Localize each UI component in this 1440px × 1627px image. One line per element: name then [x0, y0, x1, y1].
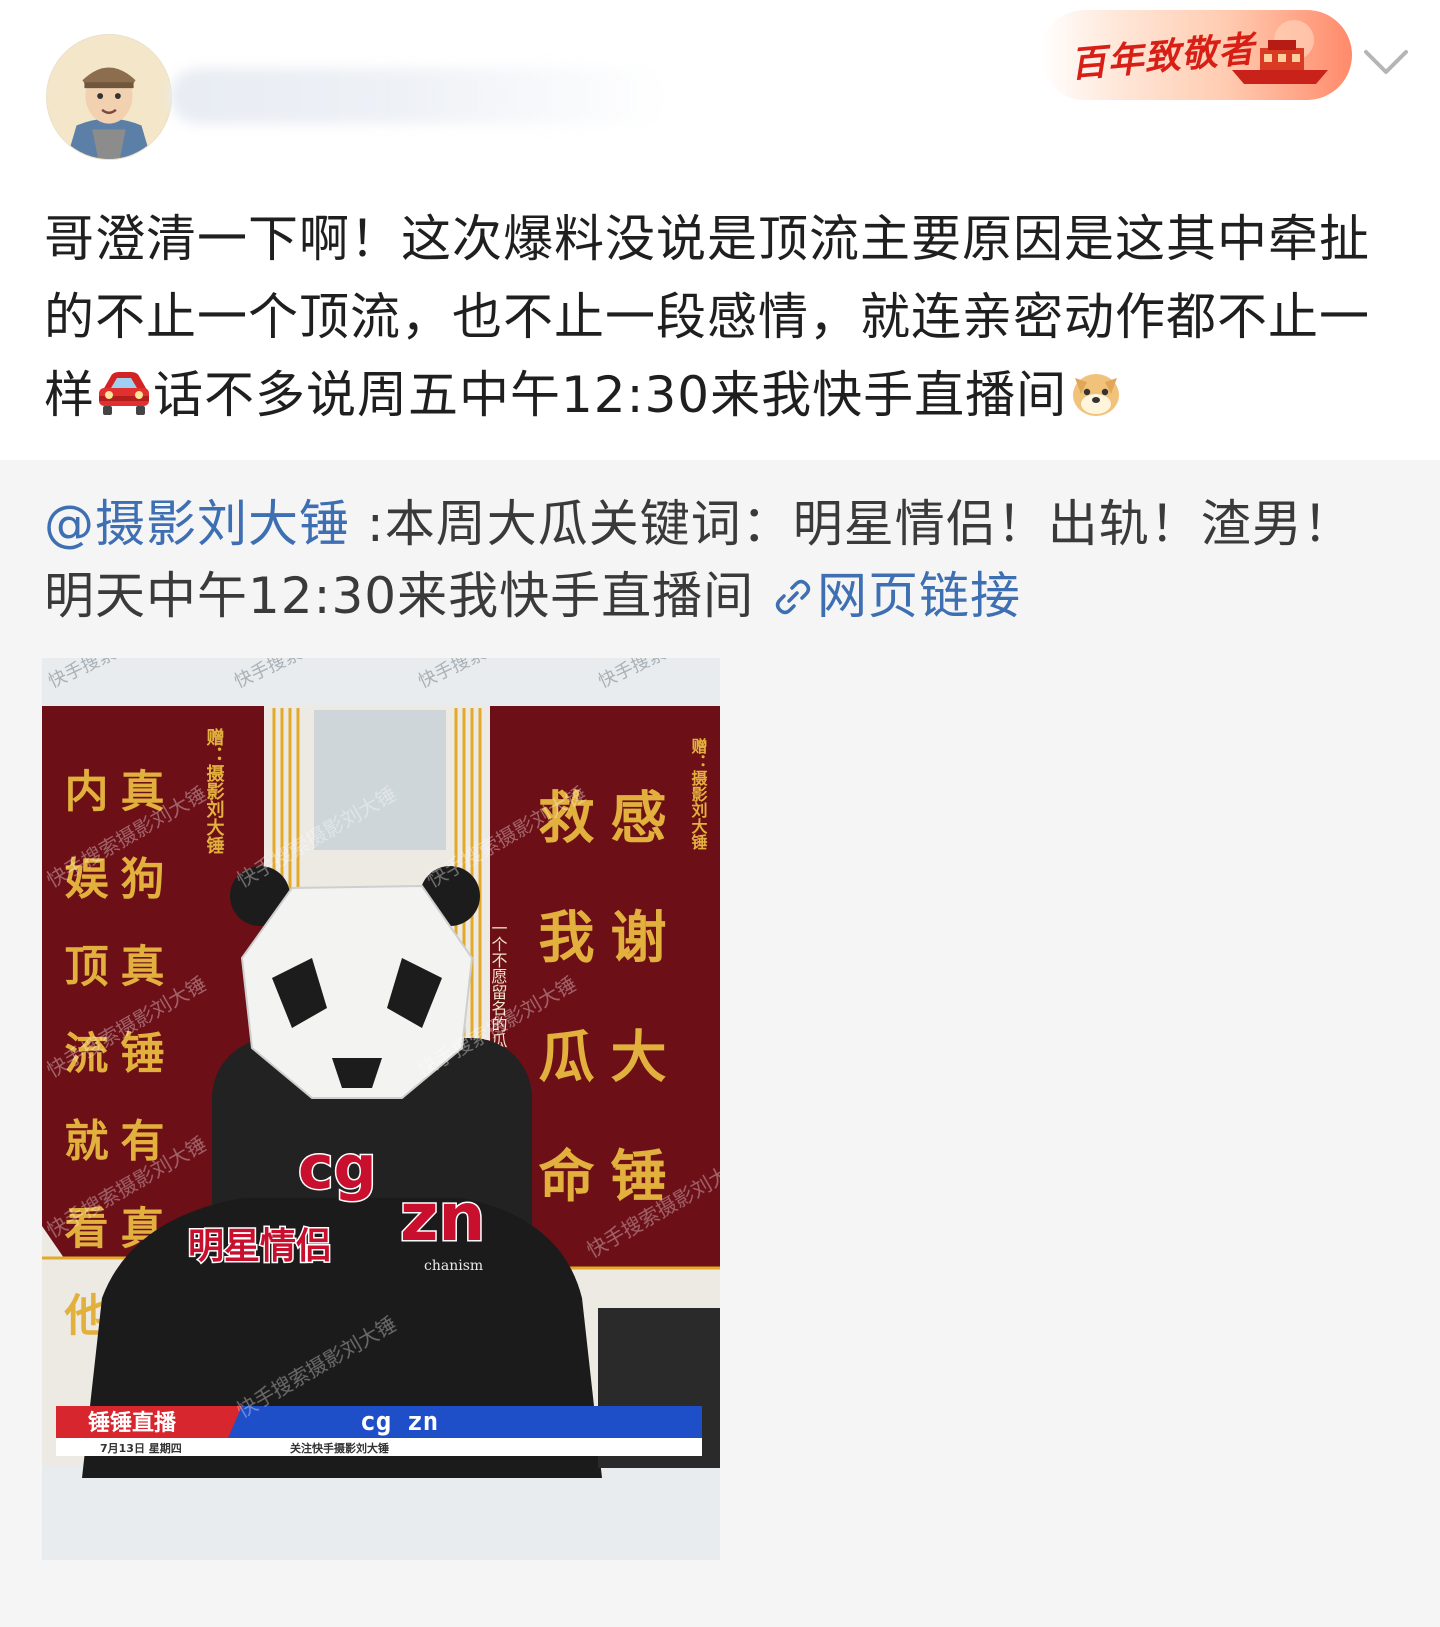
cartoon-man-avatar-icon: [47, 35, 171, 159]
lower-center-title: cg zn: [360, 1407, 438, 1437]
post-header: 百年致敬者: [0, 0, 1440, 190]
web-link[interactable]: 网页链接: [771, 567, 1021, 625]
doge-emoji-icon: [1073, 374, 1120, 416]
lower-follow: 关注快手摄影刘大锤: [290, 1441, 389, 1455]
anniversary-badge[interactable]: 百年致敬者: [1040, 10, 1352, 100]
web-link-text: 网页链接: [817, 567, 1021, 625]
right-banner-text: 感 谢 大 锤: [601, 788, 667, 1225]
car-emoji-icon: [99, 372, 149, 415]
post-body: 哥澄清一下啊！这次爆料没说是顶流主要原因是这其中牵扯的不止一个顶流，也不止一段感…: [44, 200, 1374, 434]
username-blurred: [170, 68, 670, 124]
red-boat-emblem-icon: [1232, 20, 1328, 84]
lower-third-bar: 锤锤直播 cg zn 7月13日 星期四 关注快手摄影刘大锤: [56, 1406, 702, 1456]
mention-link[interactable]: @摄影刘大锤: [44, 495, 350, 553]
right-banner-note: 赠：摄影刘大锤: [689, 737, 708, 851]
user-avatar[interactable]: [46, 34, 172, 160]
overlay-zn: zn: [400, 1179, 485, 1256]
lower-date: 7月13日 星期四: [100, 1441, 182, 1455]
shirt-text: chanism: [424, 1258, 483, 1274]
video-thumbnail[interactable]: 真 狗 真 锤 有 真 瓜 内 娱 顶 流 就 看 他 赠：摄影刘大锤 感 谢 …: [42, 658, 720, 1560]
left-banner-note: 赠：摄影刘大锤: [204, 727, 225, 855]
link-icon: [775, 579, 811, 615]
overlay-couple: 明星情侣: [188, 1226, 332, 1267]
post-text-part2: 话不多说周五中午12:30来我快手直播间: [153, 366, 1068, 424]
overlay-cg: cg: [298, 1133, 377, 1203]
livestream-video-frame: 真 狗 真 锤 有 真 瓜 内 娱 顶 流 就 看 他 赠：摄影刘大锤 感 谢 …: [42, 658, 720, 1560]
lower-left-title: 锤锤直播: [88, 1410, 177, 1436]
repost-body: @摄影刘大锤 :本周大瓜关键词：明星情侣！出轨！渣男！明天中午12:30来我快手…: [44, 488, 1394, 632]
chevron-down-icon[interactable]: [1360, 42, 1412, 82]
